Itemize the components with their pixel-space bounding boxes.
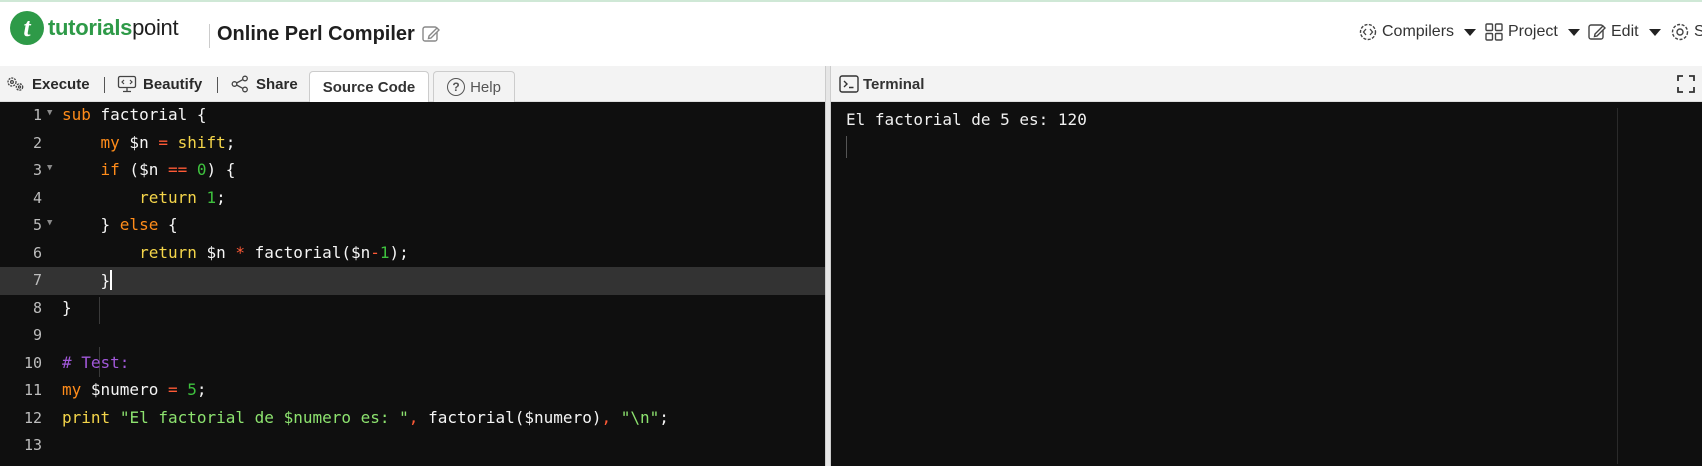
code-text: return $n * factorial($n-1); (139, 242, 409, 262)
share-button[interactable]: Share (230, 75, 298, 93)
code-line[interactable]: 2 my $n = shift; (0, 130, 825, 158)
code-line[interactable]: 6 return $n * factorial($n-1); (0, 240, 825, 268)
code-text: } else { (62, 215, 178, 234)
grid-icon (1485, 23, 1503, 41)
compilers-menu[interactable]: Compilers (1358, 22, 1477, 42)
edit-pencil-icon (1588, 24, 1606, 40)
execute-label: Execute (32, 75, 90, 93)
logo-text-part2: point (132, 15, 179, 40)
terminal-cursor (846, 136, 847, 158)
code-line[interactable]: 11 my $numero = 5; (0, 377, 825, 405)
terminal-output-text: El factorial de 5 es: 120 (846, 110, 1087, 129)
text-cursor (110, 270, 113, 290)
code-text: my $n = shift; (100, 132, 236, 152)
code-line[interactable]: 12 print "El factorial de $numero es: ",… (0, 405, 825, 433)
chevron-down-icon (1464, 28, 1477, 36)
tab-help[interactable]: ? Help (433, 71, 515, 102)
code-editor[interactable]: 1 ▼ sub factorial { 2 my $n = shift; 3 ▼… (0, 102, 825, 466)
line-number: 11 (23, 381, 42, 399)
code-text: } (62, 297, 72, 317)
logo-mark-icon: t (10, 11, 44, 45)
line-number: 5 (32, 216, 42, 234)
tab-source-code[interactable]: Source Code (309, 71, 429, 102)
share-icon (231, 75, 248, 93)
code-line[interactable]: 3 ▼ if ($n == 0) { (0, 157, 825, 185)
terminal-output-pane[interactable]: El factorial de 5 es: 120 (831, 102, 1702, 466)
terminal-scroll-guide (1617, 108, 1618, 464)
code-text: print "El factorial de $numero es: ", fa… (62, 407, 669, 427)
code-line[interactable]: 4 return 1; (0, 185, 825, 213)
settings-label-partial: S (1694, 23, 1702, 40)
app-header: t tutorialspoint Online Perl Compiler Co… (0, 0, 1702, 66)
gears-icon (7, 77, 24, 91)
terminal-header: Terminal (831, 66, 1702, 102)
editor-toolbar: Execute Beautify Share Source Code ? Hel… (0, 66, 825, 102)
terminal-title-label: Terminal (863, 75, 925, 93)
line-number: 13 (23, 436, 42, 454)
project-label: Project (1508, 23, 1558, 40)
code-text: } (62, 270, 113, 290)
compilers-label: Compilers (1382, 23, 1455, 40)
line-number: 10 (23, 353, 42, 372)
line-number: 9 (32, 326, 42, 344)
code-text: sub factorial { (62, 105, 207, 124)
line-number: 6 (32, 243, 42, 262)
code-line[interactable]: 8 } (0, 295, 825, 323)
code-line[interactable]: 9 (0, 322, 825, 350)
code-line[interactable]: 1 ▼ sub factorial { (0, 102, 825, 130)
gear-icon (1671, 23, 1689, 41)
line-number: 12 (23, 408, 42, 427)
edit-menu[interactable]: Edit (1587, 22, 1661, 42)
edit-title-pencil-icon[interactable] (421, 24, 441, 44)
expand-icon[interactable] (1676, 74, 1696, 94)
tab-source-code-label: Source Code (322, 78, 416, 96)
terminal-title: Terminal (839, 75, 924, 93)
line-number: 7 (32, 271, 42, 289)
fold-arrow-icon[interactable]: ▼ (47, 163, 52, 173)
help-icon: ? (447, 78, 466, 96)
code-line[interactable]: 5 ▼ } else { (0, 212, 825, 240)
tab-help-label: Help (470, 78, 501, 96)
share-label: Share (256, 75, 298, 93)
line-number: 2 (32, 133, 42, 152)
code-line[interactable]: 10 # Test: (0, 350, 825, 378)
execute-button[interactable]: Execute (6, 75, 90, 93)
terminal-icon (839, 75, 859, 93)
monitor-code-icon (117, 75, 137, 93)
page-title: Online Perl Compiler (217, 23, 415, 45)
code-text: return 1; (139, 187, 226, 207)
code-text: my $numero = 5; (62, 380, 207, 399)
edit-label: Edit (1611, 23, 1639, 40)
header-divider (209, 24, 210, 48)
code-text: if ($n == 0) { (100, 160, 236, 179)
fold-arrow-icon[interactable]: ▼ (47, 218, 52, 228)
line-number: 1 (32, 106, 42, 124)
settings-menu[interactable]: S (1670, 22, 1702, 42)
toolbar-separator (217, 77, 218, 93)
toolbar-separator (104, 77, 105, 93)
code-line[interactable]: 13 (0, 432, 825, 460)
code-text: # Test: (62, 352, 130, 372)
beautify-button[interactable]: Beautify (117, 75, 202, 93)
tutorialspoint-logo[interactable]: t tutorialspoint (10, 10, 179, 46)
beautify-label: Beautify (143, 75, 203, 93)
line-number: 8 (32, 298, 42, 317)
chevron-down-icon (1648, 28, 1661, 36)
code-line-active[interactable]: 7 } (0, 267, 825, 295)
line-number: 3 (32, 161, 42, 179)
chevron-down-icon (1567, 28, 1580, 36)
line-number: 4 (32, 188, 42, 207)
logo-text-part1: tutorials (48, 15, 133, 40)
project-menu[interactable]: Project (1484, 22, 1580, 42)
code-gear-icon (1359, 23, 1377, 41)
fold-arrow-icon[interactable]: ▼ (47, 108, 52, 118)
